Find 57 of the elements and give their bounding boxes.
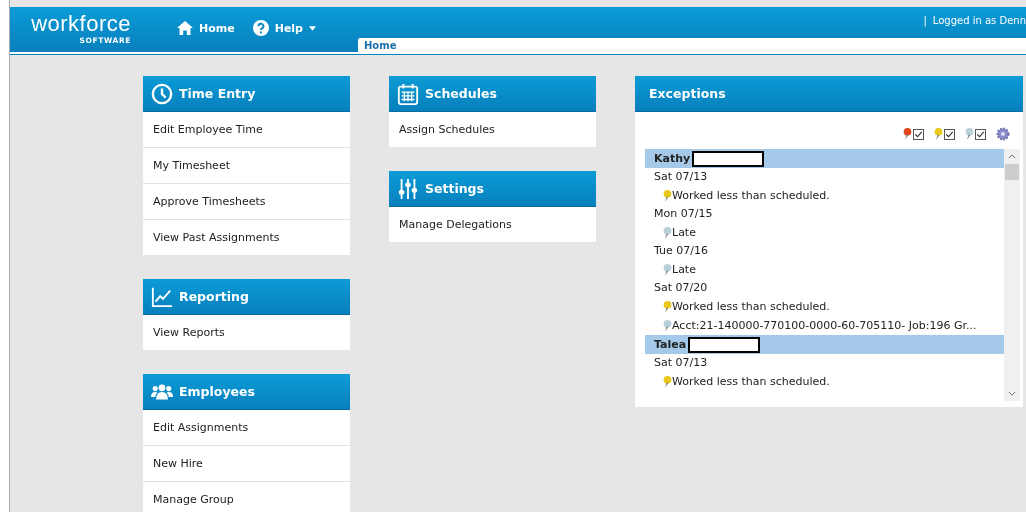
- calendar-icon: [397, 82, 419, 105]
- panel-title: Exceptions: [649, 86, 726, 101]
- panel-title: Settings: [425, 181, 484, 196]
- pin-icon: [663, 300, 672, 313]
- exception-message[interactable]: Late: [672, 226, 696, 239]
- menu-link[interactable]: Assign Schedules: [389, 112, 596, 147]
- exception-date: Sat 07/13: [653, 355, 709, 371]
- exception-message[interactable]: Late: [672, 263, 696, 276]
- menu-link[interactable]: New Hire: [143, 445, 350, 481]
- employee-name: Talea: [654, 338, 687, 351]
- exception-message[interactable]: Worked less than scheduled.: [672, 189, 830, 202]
- exception-date: Sat 07/13: [653, 169, 709, 185]
- menu-link[interactable]: View Reports: [143, 315, 350, 350]
- exception-date: Mon 07/15: [653, 206, 714, 222]
- pin-icon: [663, 375, 672, 388]
- pin-icon: [663, 319, 672, 332]
- help-icon: [252, 20, 269, 36]
- exception-date: Tue 07/16: [653, 243, 709, 259]
- menu-link[interactable]: Edit Employee Time: [143, 112, 350, 147]
- menu-link[interactable]: View Past Assignments: [143, 219, 350, 255]
- pin-icon: [663, 226, 672, 239]
- exception-message[interactable]: Acct:21-140000-770100-0000-60-705110- Job:196 Gr...: [672, 319, 977, 332]
- pin-icon: [663, 189, 672, 202]
- scroll-thumb[interactable]: [1005, 164, 1019, 180]
- filter-checkbox[interactable]: [975, 128, 986, 140]
- filter-checkbox[interactable]: [913, 128, 924, 140]
- page-tab[interactable]: Home: [358, 38, 1026, 52]
- home-icon: [177, 20, 193, 36]
- employee-group-header[interactable]: Talea: [645, 335, 1004, 354]
- settings-icon[interactable]: [996, 127, 1010, 141]
- separator: |: [923, 15, 927, 26]
- employee-name: Kathy: [654, 152, 691, 165]
- menu-link[interactable]: Manage Delegations: [389, 207, 596, 242]
- line-chart-icon: [151, 285, 173, 308]
- scroll-up-icon[interactable]: [1008, 154, 1016, 159]
- panel-title: Schedules: [425, 86, 497, 101]
- nav-link[interactable]: Home: [177, 20, 235, 38]
- filter-checkbox[interactable]: [944, 128, 955, 140]
- menu-link[interactable]: Approve Timesheets: [143, 183, 350, 219]
- scrollbar[interactable]: [1004, 149, 1020, 401]
- panel-title: Reporting: [179, 289, 249, 304]
- pin-icon: [663, 263, 672, 276]
- menu-link[interactable]: Manage Group: [143, 481, 350, 512]
- panel-title: Time Entry: [179, 86, 256, 101]
- exception-message[interactable]: Worked less than scheduled.: [672, 300, 830, 313]
- logo-wordmark: workforce: [31, 12, 131, 36]
- login-status: Logged in as Denn: [932, 15, 1026, 26]
- exception-message[interactable]: Worked less than scheduled.: [672, 375, 830, 388]
- exception-date: Sat 07/20: [653, 280, 709, 296]
- nav-link[interactable]: Help: [252, 20, 316, 38]
- clock-icon: [151, 82, 173, 105]
- employee-group-header[interactable]: Kathy: [645, 149, 1004, 168]
- menu-link[interactable]: Edit Assignments: [143, 410, 350, 445]
- menu-link[interactable]: My Timesheet: [143, 147, 350, 183]
- scroll-down-icon[interactable]: [1008, 391, 1016, 396]
- sliders-icon: [397, 177, 419, 200]
- panel-title: Employees: [179, 384, 255, 399]
